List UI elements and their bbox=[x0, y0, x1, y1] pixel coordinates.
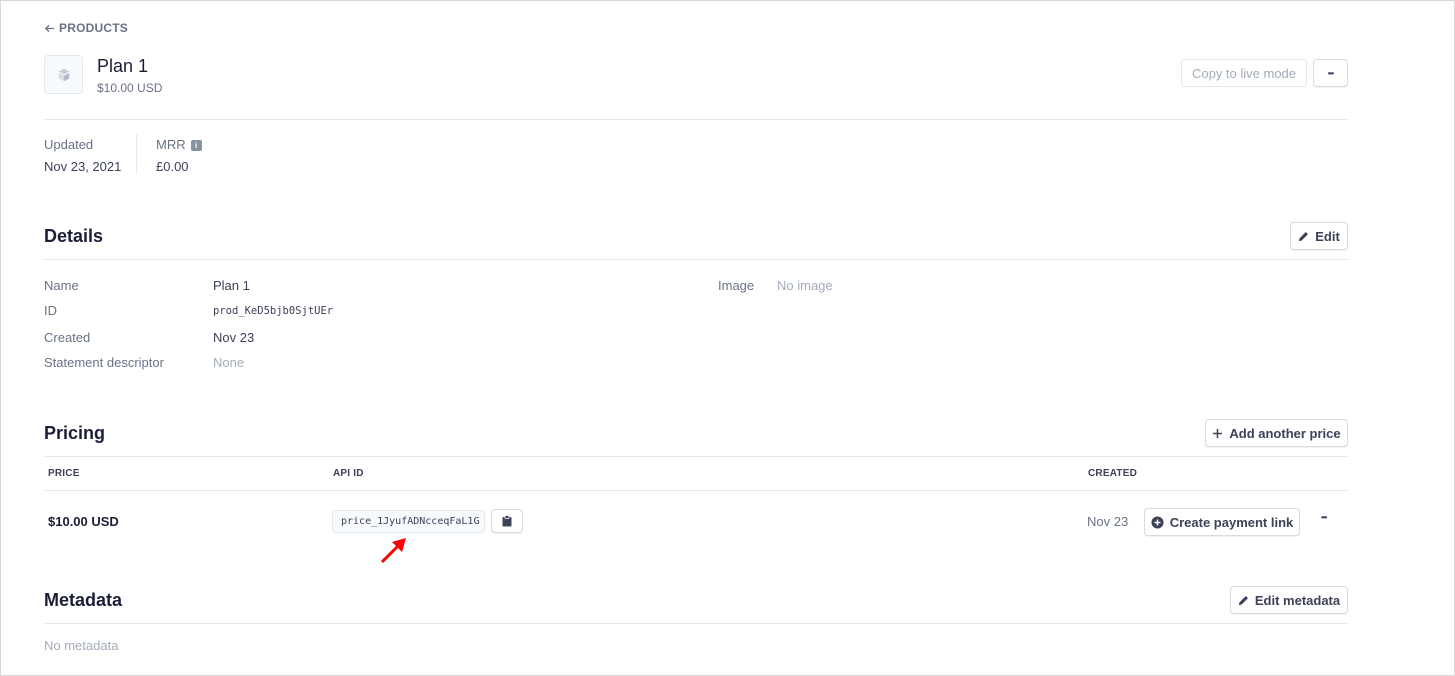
created-value: Nov 23 bbox=[213, 330, 255, 345]
copy-api-id-button[interactable] bbox=[491, 509, 523, 533]
pricing-title: Pricing bbox=[44, 423, 106, 443]
stats-separator bbox=[136, 134, 137, 174]
mrr-label-group: MRR i bbox=[156, 137, 202, 152]
create-payment-link-label: Create payment link bbox=[1169, 514, 1294, 530]
product-price: $10.00 USD bbox=[97, 81, 163, 95]
created-label: Created bbox=[44, 330, 91, 345]
name-label: Name bbox=[44, 278, 79, 293]
id-label: ID bbox=[44, 303, 57, 318]
back-to-products-link[interactable]: PRODUCTS bbox=[44, 21, 128, 35]
annotation-arrow-icon bbox=[380, 538, 406, 564]
pencil-icon bbox=[1299, 231, 1309, 241]
plus-circle-icon bbox=[1151, 515, 1164, 529]
id-value[interactable]: prod_KeD5bjb0SjtUEr bbox=[213, 305, 333, 317]
pricing-divider bbox=[44, 456, 1348, 457]
price-row-more-button[interactable]: ••• bbox=[1321, 513, 1327, 522]
header-divider bbox=[44, 119, 1348, 120]
column-header-api-id[interactable]: API ID bbox=[333, 468, 364, 479]
product-title: Plan 1 bbox=[97, 56, 149, 76]
price-row-amount: $10.00 USD bbox=[48, 514, 119, 529]
metadata-divider bbox=[44, 623, 1348, 624]
column-header-price[interactable]: PRICE bbox=[48, 468, 80, 479]
pencil-icon bbox=[1238, 595, 1248, 605]
more-icon: ••• bbox=[1321, 513, 1327, 522]
edit-metadata-label: Edit metadata bbox=[1254, 592, 1341, 608]
clipboard-icon bbox=[502, 515, 512, 527]
details-divider bbox=[44, 259, 1348, 260]
more-actions-button[interactable]: ••• bbox=[1313, 59, 1348, 87]
info-icon[interactable]: i bbox=[190, 140, 202, 151]
pricing-header-divider bbox=[44, 490, 1348, 491]
product-image-placeholder bbox=[44, 55, 83, 94]
box-icon bbox=[58, 68, 69, 81]
column-header-created[interactable]: CREATED bbox=[1088, 468, 1137, 479]
arrow-left-icon bbox=[44, 24, 55, 32]
edit-label: Edit bbox=[1315, 228, 1340, 244]
mrr-value: £0.00 bbox=[156, 159, 189, 174]
edit-metadata-button[interactable]: Edit metadata bbox=[1230, 586, 1348, 614]
back-label: PRODUCTS bbox=[59, 21, 128, 35]
updated-label: Updated bbox=[44, 137, 94, 152]
statement-descriptor-label: Statement descriptor bbox=[44, 355, 164, 370]
edit-details-button[interactable]: Edit bbox=[1290, 222, 1348, 250]
mrr-label: MRR bbox=[156, 137, 186, 152]
more-icon: ••• bbox=[1327, 68, 1334, 78]
add-another-price-button[interactable]: Add another price bbox=[1205, 419, 1348, 447]
metadata-title: Metadata bbox=[44, 590, 123, 610]
price-row-created: Nov 23 bbox=[1087, 514, 1129, 529]
add-price-label: Add another price bbox=[1229, 425, 1341, 441]
details-title: Details bbox=[44, 226, 104, 246]
metadata-empty-text: No metadata bbox=[44, 638, 119, 653]
image-value: No image bbox=[777, 278, 833, 293]
plus-icon bbox=[1213, 428, 1223, 438]
create-payment-link-button[interactable]: Create payment link bbox=[1144, 508, 1300, 536]
price-api-id-field[interactable]: price_1JyufADNcceqFaL1G bbox=[332, 510, 485, 533]
name-value: Plan 1 bbox=[213, 278, 250, 293]
image-label: Image bbox=[718, 278, 755, 293]
updated-value: Nov 23, 2021 bbox=[44, 159, 122, 174]
statement-descriptor-value: None bbox=[213, 355, 245, 370]
copy-to-live-mode-button[interactable]: Copy to live mode bbox=[1181, 59, 1307, 87]
